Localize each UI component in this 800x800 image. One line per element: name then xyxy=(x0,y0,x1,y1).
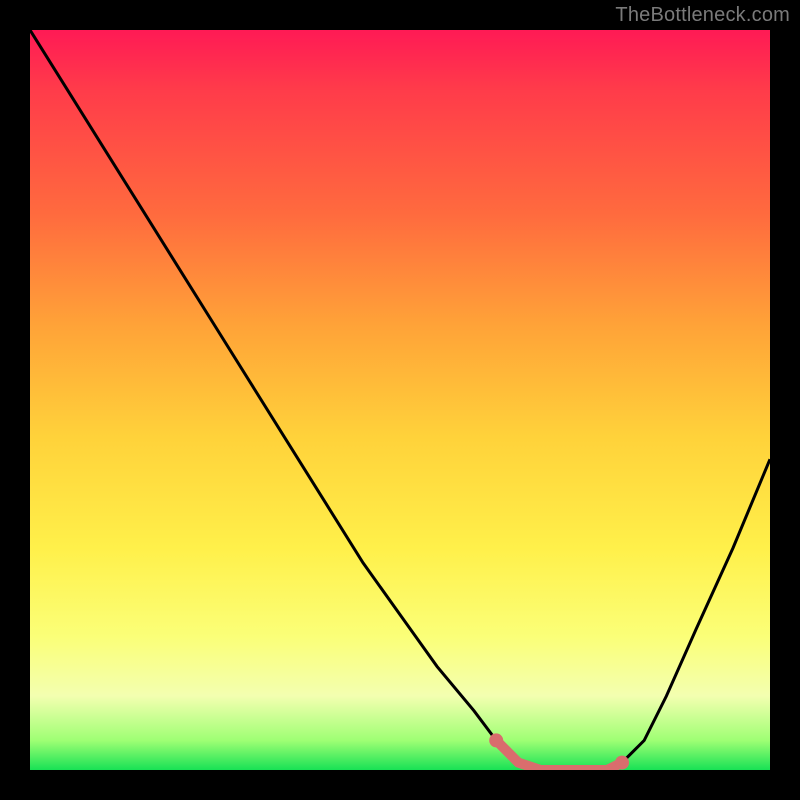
optimal-region-start-dot xyxy=(489,733,503,747)
curve-overlay xyxy=(30,30,770,770)
chart-frame: TheBottleneck.com xyxy=(0,0,800,800)
bottleneck-curve xyxy=(30,30,770,770)
plot-area xyxy=(30,30,770,770)
optimal-region-end-dot xyxy=(615,756,629,770)
attribution-text: TheBottleneck.com xyxy=(615,4,790,27)
optimal-region-highlight xyxy=(496,740,622,770)
